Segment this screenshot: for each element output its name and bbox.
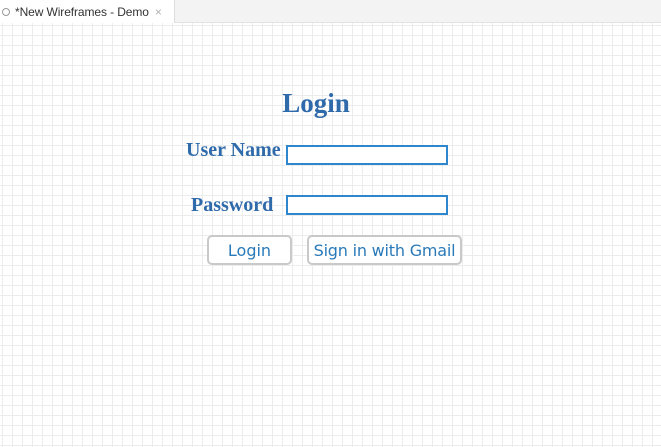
password-field[interactable] [286, 195, 448, 215]
login-button[interactable]: Login [207, 235, 292, 265]
username-field[interactable] [286, 145, 448, 165]
close-icon[interactable]: × [155, 6, 162, 18]
sign-in-with-gmail-button[interactable]: Sign in with Gmail [307, 235, 462, 265]
editor-tab-bar: *New Wireframes - Demo × [0, 0, 661, 23]
tab-title: *New Wireframes - Demo [15, 4, 149, 19]
password-label: Password [191, 194, 274, 216]
username-label: User Name [186, 139, 281, 161]
circle-outline-icon [2, 7, 10, 16]
tab-new-wireframes-demo[interactable]: *New Wireframes - Demo × [0, 0, 175, 23]
login-title: Login [282, 88, 350, 118]
